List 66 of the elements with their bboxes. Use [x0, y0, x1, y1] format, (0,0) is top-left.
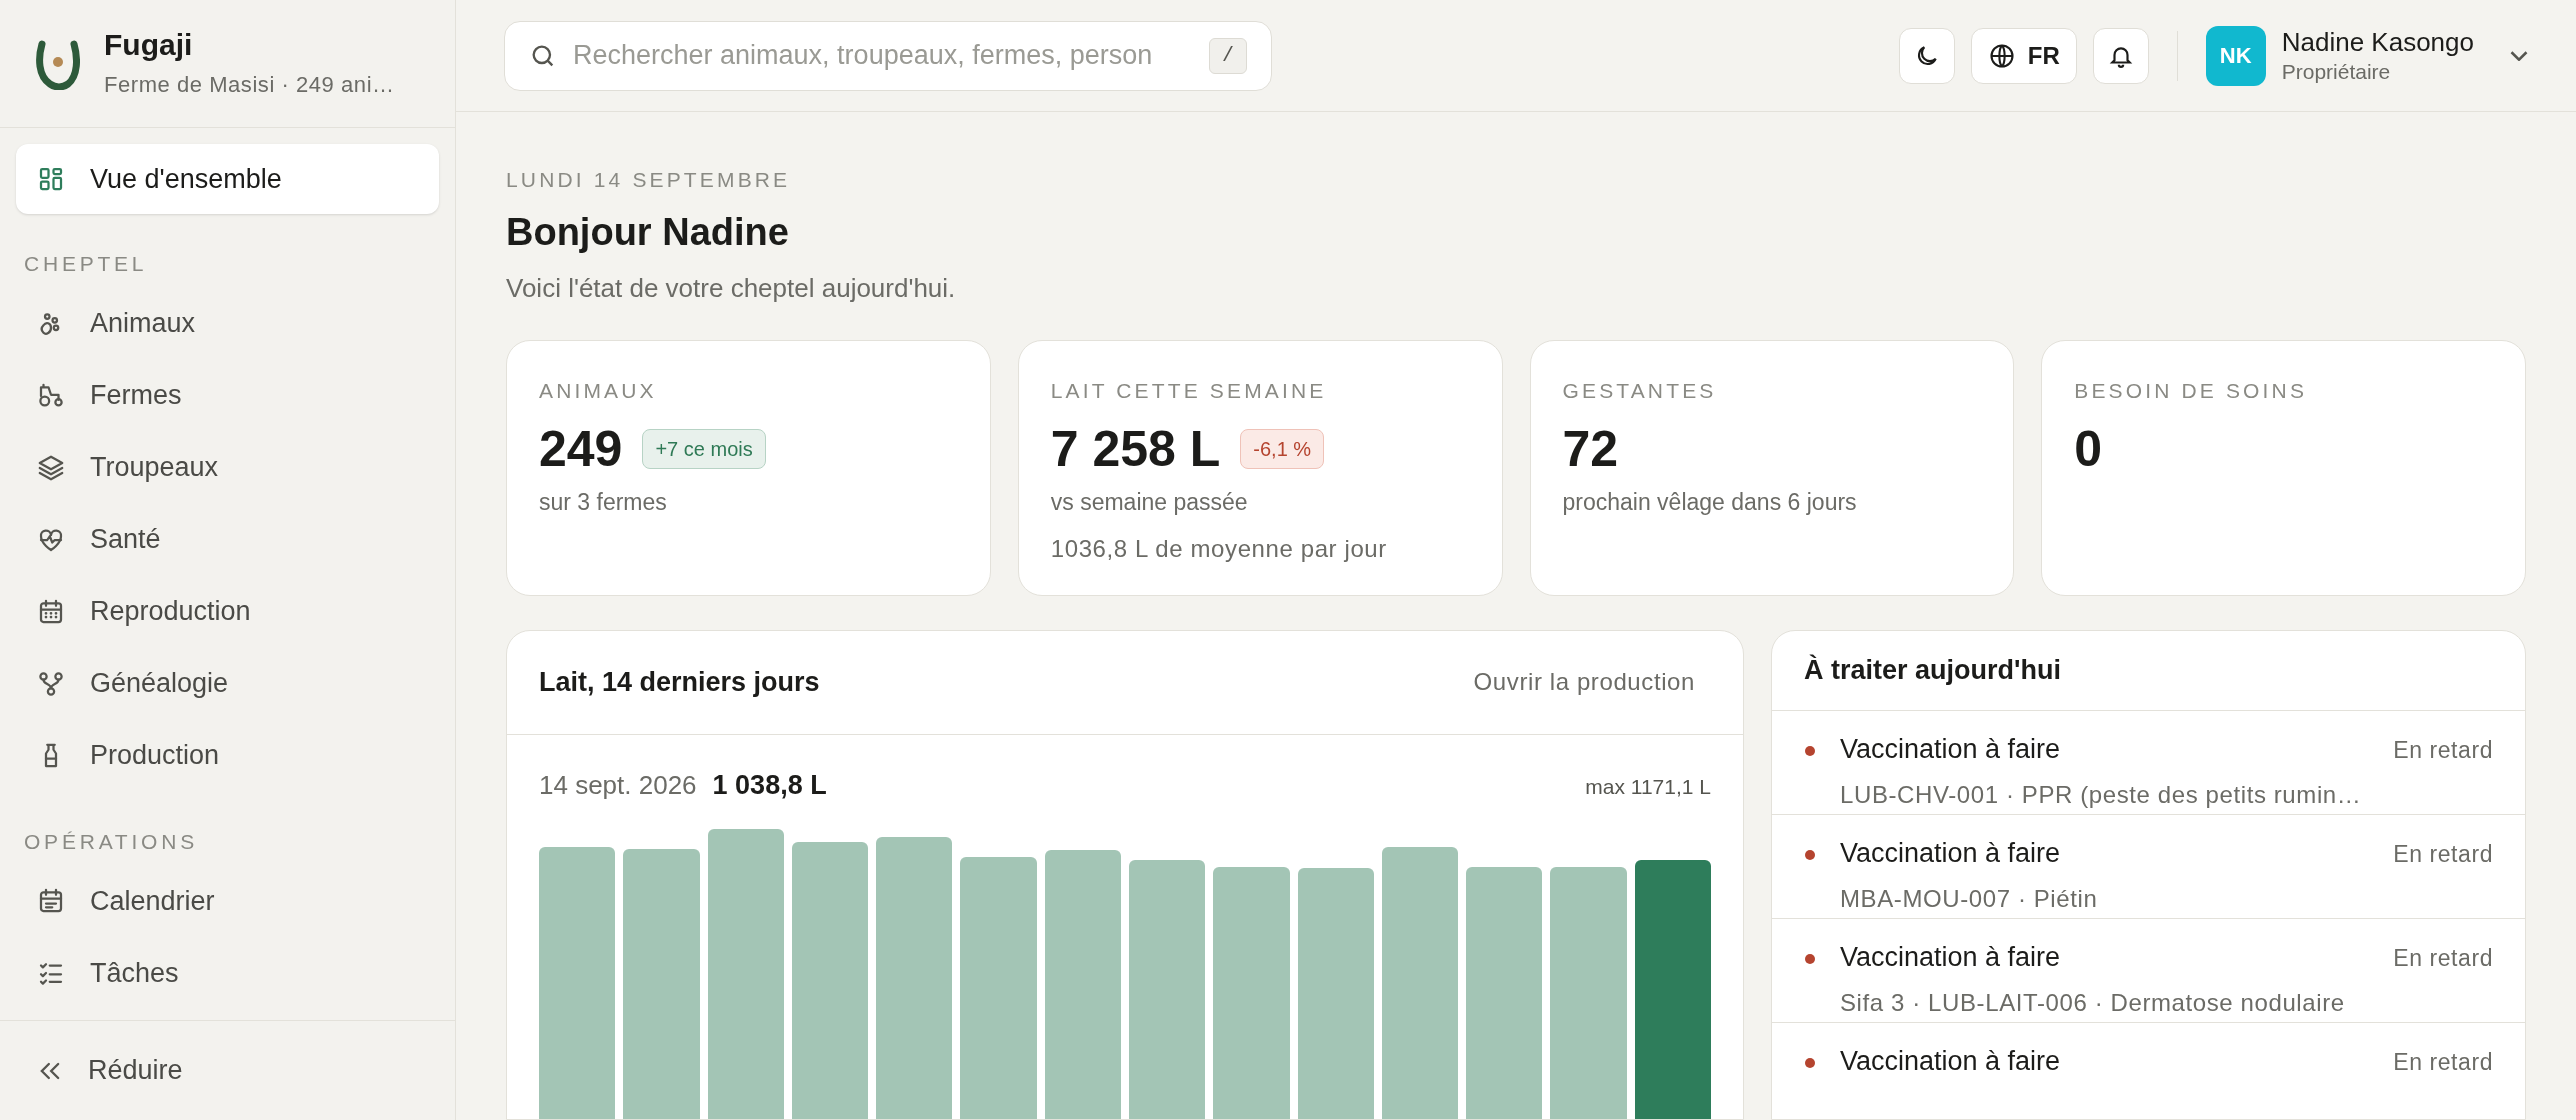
stat-note: 1036,8 L de moyenne par jour: [1050, 534, 1388, 564]
nav-item[interactable]: Tâches: [16, 937, 439, 1009]
open-production-link[interactable]: Ouvrir la production: [1473, 664, 1695, 700]
task-title[interactable]: Vaccination à faire: [1840, 832, 2061, 873]
nav-item[interactable]: Généalogie: [16, 647, 439, 720]
nav-section-title: OPÉRATIONS: [23, 828, 199, 855]
nav-item[interactable]: Reproduction: [16, 575, 439, 648]
nav-item[interactable]: Fermes: [16, 359, 439, 432]
nav-item[interactable]: Calendrier: [16, 865, 439, 937]
task-status: En retard: [2393, 943, 2493, 973]
shortcut-key: /: [1209, 37, 1247, 74]
trend-badge: +7 ce mois: [642, 429, 766, 470]
status-dot-icon: [1804, 1056, 1816, 1069]
task-status: En retard: [2393, 735, 2493, 765]
farm-summary: Ferme de Masisi · 249 ani…: [104, 70, 395, 99]
nav-item[interactable]: Troupeaux: [16, 431, 439, 504]
stat-value: 7 258 L: [1050, 420, 1221, 479]
globe-icon: [1987, 41, 2016, 70]
status-dot-icon: [1804, 744, 1816, 757]
trend-badge: -6,1 %: [1240, 429, 1325, 470]
task-title[interactable]: Vaccination à faire: [1840, 728, 2061, 769]
task-detail: LUB-CHV-001 · PPR (peste des petits rumin…: [1840, 780, 2363, 810]
task-detail: MBA-MOU-007 · Piétin: [1840, 884, 2099, 914]
brand-name: Fugaji: [104, 27, 194, 64]
collapse-sidebar-button[interactable]: Réduire: [16, 1038, 439, 1103]
stat-value: 0: [2074, 420, 2103, 479]
selected-value: 1 038,8 L: [712, 768, 827, 802]
task-title[interactable]: Vaccination à faire: [1840, 1040, 2061, 1081]
nav-item[interactable]: Vue d'ensemble: [16, 144, 439, 214]
stat-note: prochain vêlage dans 6 jours: [1562, 487, 1858, 517]
card-title: À traiter aujourd'hui: [1804, 653, 2061, 687]
stat-label: BESOIN DE SOINS: [2074, 377, 2309, 404]
task-status: En retard: [2393, 839, 2493, 869]
nav-item[interactable]: Animaux: [16, 287, 439, 360]
stat-value: 249: [539, 420, 623, 479]
task-detail: Sifa 3 · LUB-LAIT-006 · Dermatose nodulaire: [1840, 988, 2346, 1018]
nav-section-title: CHEPTEL: [23, 251, 149, 277]
status-dot-icon: [1804, 952, 1816, 965]
stat-label: ANIMAUX: [539, 377, 658, 404]
nav-item[interactable]: Production: [16, 719, 439, 792]
user-menu[interactable]: NK Nadine Kasongo Propriétaire: [2205, 25, 2528, 86]
card-title: Lait, 14 derniers jours: [539, 665, 820, 699]
notifications-button[interactable]: [2092, 27, 2149, 84]
stat-value: 72: [1562, 420, 1619, 479]
task-title[interactable]: Vaccination à faire: [1840, 936, 2061, 977]
selected-date: 14 sept. 2026: [539, 768, 697, 802]
chevron-down-icon: [2510, 50, 2528, 61]
language-button[interactable]: FR: [1970, 27, 2077, 84]
user-avatar: NK: [2205, 25, 2266, 86]
stat-note: sur 3 fermes: [539, 487, 668, 517]
max-value: max 1171,1 L: [1585, 773, 1711, 800]
logo-icon: [36, 37, 80, 90]
user-role: Propriétaire: [2281, 58, 2391, 85]
dark-mode-button[interactable]: [1898, 27, 1955, 84]
task-status: En retard: [2393, 1047, 2493, 1077]
user-name: Nadine Kasongo: [2281, 26, 2474, 59]
date-label: LUNDI 14 SEPTEMBRE: [506, 167, 792, 193]
stat-label: LAIT CETTE SEMAINE: [1050, 377, 1328, 404]
greeting-subtitle: Voici l'état de votre cheptel aujourd'hui.: [506, 271, 957, 305]
search-field[interactable]: Rechercher animaux, troupeaux, fermes, person: [573, 35, 1193, 76]
search-bar[interactable]: Rechercher animaux, troupeaux, fermes, person /: [504, 20, 1272, 91]
stat-note: vs semaine passée: [1050, 487, 1249, 517]
status-dot-icon: [1804, 848, 1816, 861]
nav-item[interactable]: Santé: [16, 503, 439, 576]
greeting-heading: Bonjour Nadine: [506, 209, 790, 255]
stat-label: GESTANTES: [1562, 377, 1718, 404]
